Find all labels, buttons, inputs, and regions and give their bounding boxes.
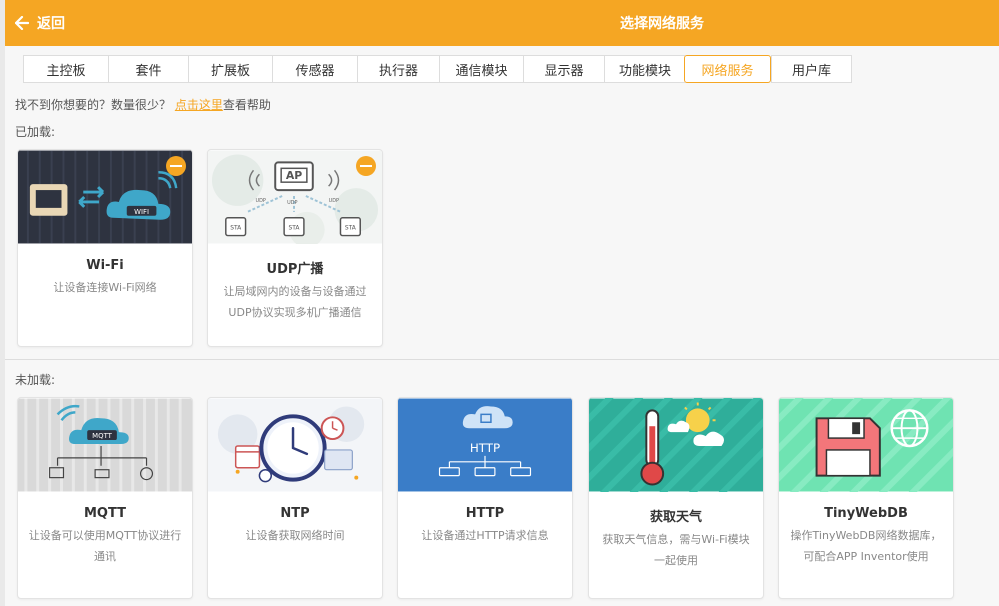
hint-text: 找不到你想要的？数量很少？ [15,98,175,112]
tab-main-board[interactable]: 主控板 [23,55,108,83]
tab-user-library[interactable]: 用户库 [771,55,852,83]
ntp-image [208,398,382,492]
card-mqtt[interactable]: MQTT MQTT 让设备可以使用MQTT协议进行 通讯 [17,397,193,599]
tab-network-service[interactable]: 网络服务 [684,55,771,83]
page-title: 选择网络服务 [620,16,704,32]
help-hint: 找不到你想要的？数量很少？ 点击这里查看帮助 [15,96,271,113]
udp-image: AP UDP UDP UDP STA STA STA [208,150,382,244]
card-description: 让局域网内的设备与设备通过 UDP协议实现多机广播通信 [223,285,367,319]
tab-display[interactable]: 显示器 [523,55,604,83]
card-title: NTP [280,506,310,521]
card-udp-broadcast[interactable]: AP UDP UDP UDP STA STA STA UDP广播 让局域网内的设… [207,149,383,347]
card-title: MQTT [83,506,127,521]
mqtt-image: MQTT [18,398,192,492]
tab-actuator[interactable]: 执行器 [357,55,439,83]
tinywebdb-image [779,398,953,492]
card-http[interactable]: HTTP HTTP 让设备通过HTTP请求信息 [397,397,573,599]
page: 返回 选择网络服务 主控板 套件 扩展板 传感器 执行器 通信模块 显示器 功能… [0,0,999,606]
card-description: 让设备可以使用MQTT协议进行 通讯 [28,529,182,563]
section-divider [5,359,999,360]
svg-text:WIFI: WIFI [134,208,149,216]
hint-text-after: 查看帮助 [222,98,271,112]
wifi-image: WIFI [18,150,192,244]
svg-text:HTTP: HTTP [470,441,500,455]
header-bar: 返回 选择网络服务 [5,0,999,46]
tab-expansion-board[interactable]: 扩展板 [188,55,272,83]
card-title: TinyWebDB [824,506,908,521]
card-weather[interactable]: 获取天气 获取天气信息，需与Wi-Fi模块 一起使用 [588,397,764,599]
loaded-label: 已加载: [15,125,56,139]
tab-kit[interactable]: 套件 [108,55,188,83]
tab-sensor[interactable]: 传感器 [272,55,357,83]
svg-text:STA: STA [345,225,356,232]
card-description: 获取天气信息，需与Wi-Fi模块 一起使用 [602,533,750,567]
svg-text:AP: AP [286,169,302,182]
help-link[interactable]: 点击这里 [175,98,223,112]
remove-button[interactable] [166,156,186,176]
svg-text:STA: STA [230,225,241,232]
tab-communication[interactable]: 通信模块 [439,55,523,83]
card-description: 让设备获取网络时间 [245,529,345,542]
card-title: 获取天气 [649,510,702,525]
card-title: UDP广播 [266,262,324,277]
unloaded-label: 未加载: [15,373,56,387]
svg-text:STA: STA [289,225,300,232]
card-title: Wi-Fi [86,258,124,273]
card-description: 操作TinyWebDB网络数据库， 可配合APP Inventor使用 [790,529,942,563]
remove-button[interactable] [356,156,376,176]
svg-text:MQTT: MQTT [92,432,112,440]
svg-text:UDP: UDP [255,198,265,204]
tab-function-module[interactable]: 功能模块 [604,55,685,83]
card-description: 让设备连接Wi-Fi网络 [53,281,157,294]
http-image: HTTP [398,398,572,492]
svg-text:UDP: UDP [287,200,297,206]
card-ntp[interactable]: NTP 让设备获取网络时间 [207,397,383,599]
card-tinywebdb[interactable]: TinyWebDB 操作TinyWebDB网络数据库， 可配合APP Invent… [778,397,954,599]
svg-text:UDP: UDP [329,198,339,204]
card-title: HTTP [465,506,505,521]
category-tabs: 主控板 套件 扩展板 传感器 执行器 通信模块 显示器 功能模块 网络服务 用户… [23,55,852,83]
card-wifi[interactable]: WIFI Wi-Fi 让设备连接Wi-Fi网络 [17,149,193,347]
card-description: 让设备通过HTTP请求信息 [421,529,549,542]
weather-image [589,398,763,492]
